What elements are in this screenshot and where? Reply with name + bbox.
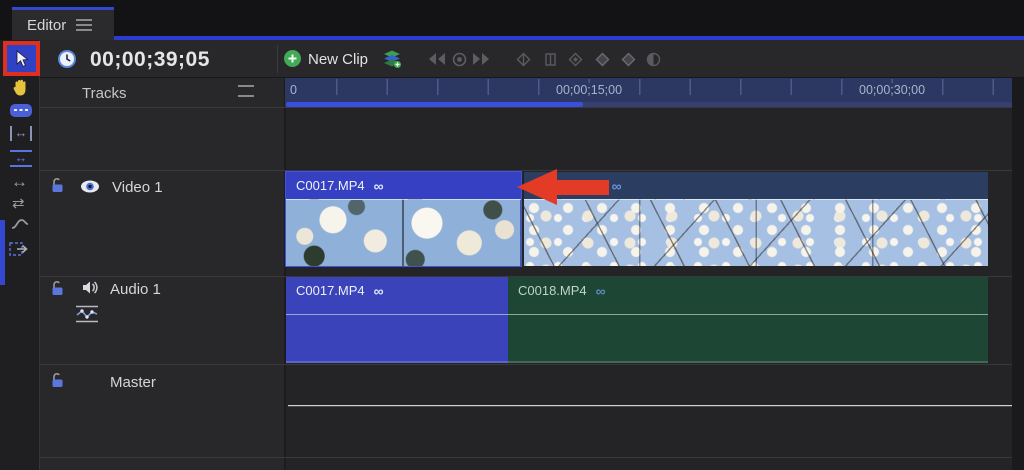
ease-keyframe-icon[interactable] — [646, 52, 661, 67]
ruler-label-mid: 00;00;15;00 — [553, 83, 626, 97]
timeline-right-gutter — [1012, 78, 1024, 470]
slide-tool-button[interactable]: ⇄ — [12, 194, 25, 212]
row-divider — [40, 457, 1012, 458]
tab-editor[interactable]: Editor — [12, 7, 114, 40]
previous-keyframe-icon[interactable] — [427, 52, 447, 66]
lock-icon[interactable] — [50, 372, 65, 388]
clip-thumbnail-filmstrip — [286, 199, 521, 266]
annotation-red-box — [3, 41, 40, 76]
linear-keyframe-icon[interactable] — [516, 52, 531, 67]
slip-tool-button[interactable]: ↔ — [11, 172, 28, 192]
eye-visibility-icon[interactable] — [80, 180, 100, 193]
timeline-area[interactable] — [285, 78, 1012, 470]
clip-name: C0017.MP4 — [296, 178, 365, 193]
clock-icon[interactable] — [57, 49, 77, 69]
tab-bar: Editor — [0, 0, 1024, 40]
row-divider — [40, 276, 1012, 277]
lock-icon[interactable] — [50, 177, 65, 193]
clip-header: C0018.MP4 ∞ — [508, 277, 988, 304]
clip-header: C0017.MP4 ∞ — [286, 277, 508, 304]
tab-editor-label: Editor — [27, 16, 67, 34]
speaker-icon[interactable] — [82, 280, 99, 295]
link-icon[interactable]: ∞ — [374, 179, 384, 193]
link-icon[interactable]: ∞ — [612, 179, 622, 193]
waveform-display-icon[interactable] — [75, 305, 99, 323]
horizontal-scrollbar[interactable] — [286, 102, 583, 107]
plus-circle-icon — [284, 50, 301, 67]
tracks-panel-header: Tracks — [82, 85, 127, 102]
timecode-display[interactable]: 00;00;39;05 — [90, 48, 210, 72]
track-label-video1: Video 1 — [112, 179, 163, 196]
hand-tool-button[interactable] — [11, 78, 30, 97]
roll-edit-tool-button[interactable]: ↔ — [10, 150, 32, 167]
smooth-keyframe-icon[interactable] — [568, 52, 583, 67]
master-track-level-line — [288, 405, 1012, 407]
tracks-panel — [40, 78, 285, 470]
link-icon[interactable]: ∞ — [374, 284, 384, 298]
annotation-red-arrow-tail — [555, 180, 609, 195]
hold-keyframe-icon[interactable] — [543, 52, 558, 67]
rate-stretch-tool-button[interactable] — [11, 218, 29, 230]
new-clip-label[interactable]: New Clip — [308, 51, 368, 68]
export-region-tool-button[interactable] — [9, 241, 31, 257]
track-label-audio1: Audio 1 — [110, 281, 161, 298]
row-divider — [40, 364, 1012, 365]
clip-thumbnail-filmstrip — [524, 199, 988, 266]
track-label-master: Master — [110, 374, 156, 391]
video-clip-c0017[interactable]: C0017.MP4 ∞ — [285, 171, 522, 267]
video-editor-timeline-panel: Editor 00;00;39;05 New Clip ↔ ↔ ↔ ⇄ Trac… — [0, 0, 1024, 470]
clip-name: C0018.MP4 — [518, 283, 587, 298]
annotation-red-arrow — [517, 169, 557, 205]
toolbar-divider — [277, 45, 278, 73]
clip-header: C0017.MP4 ∞ — [286, 172, 521, 199]
link-icon[interactable]: ∞ — [596, 284, 606, 298]
audio-clip-c0017[interactable]: C0017.MP4 ∞ — [286, 277, 508, 363]
ruler-label-end: 00;00;30;00 — [856, 83, 929, 97]
manual-bezier-keyframe-icon[interactable] — [595, 52, 610, 67]
ripple-edit-tool-button[interactable]: ↔ — [10, 126, 32, 141]
new-clip-button[interactable] — [284, 50, 301, 72]
ruler-label-start: 0 — [287, 83, 300, 97]
record-keyframe-icon[interactable] — [452, 52, 467, 67]
tab-menu-icon[interactable] — [76, 19, 93, 31]
composite-shot-layers-icon[interactable] — [382, 49, 402, 68]
clip-name: C0017.MP4 — [296, 283, 365, 298]
razor-tool-button[interactable] — [10, 104, 32, 117]
next-keyframe-icon[interactable] — [471, 52, 491, 66]
auto-bezier-keyframe-icon[interactable] — [621, 52, 636, 67]
row-divider — [40, 107, 1012, 108]
panel-edge-highlight — [0, 220, 5, 285]
audio-clip-c0018[interactable]: C0018.MP4 ∞ — [508, 277, 988, 363]
audio-waveform-centerline — [286, 314, 988, 315]
lock-icon[interactable] — [50, 280, 65, 296]
panel-timeline-divider[interactable] — [284, 78, 286, 470]
